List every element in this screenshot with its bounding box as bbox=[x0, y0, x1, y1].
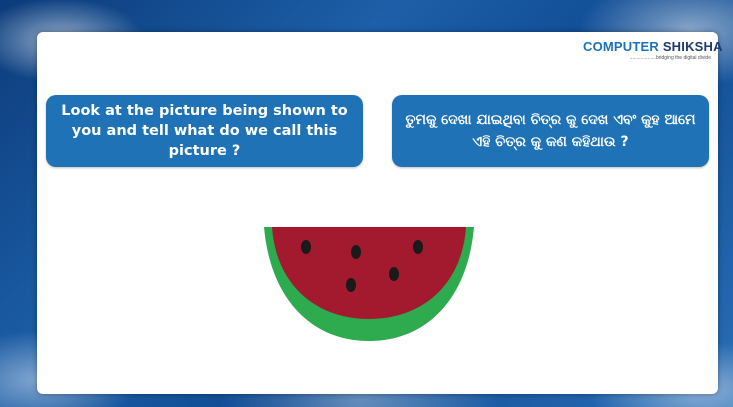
question-odia-bubble: ତୁମକୁ ଦେଖା ଯାଇଥିବା ଚିତ୍ର କୁ ଦେଖ ଏବଂ କୁହ … bbox=[392, 95, 709, 167]
logo-brand-second: SHIKSHA bbox=[662, 39, 723, 54]
question-english-text: Look at the picture being shown to you a… bbox=[61, 103, 348, 159]
watermelon-seed bbox=[301, 240, 311, 254]
watermelon-seed bbox=[346, 278, 356, 292]
computer-shiksha-logo: COMPUTER SHIKSHA ...................brid… bbox=[583, 39, 723, 72]
watermelon-seed bbox=[413, 240, 423, 254]
question-odia-text: ତୁମକୁ ଦେଖା ଯାଇଥିବା ଚିତ୍ର କୁ ଦେଖ ଏବଂ କୁହ … bbox=[405, 112, 696, 150]
question-english-bubble: Look at the picture being shown to you a… bbox=[46, 95, 363, 167]
slide-card: COMPUTER SHIKSHA ...................brid… bbox=[37, 32, 723, 394]
watermelon-seed bbox=[351, 245, 361, 259]
watermelon-slice-icon bbox=[264, 227, 474, 341]
logo-tagline: ...................bridging the digital … bbox=[629, 55, 711, 61]
watermelon-seed bbox=[389, 267, 399, 281]
logo-brand-first: COMPUTER bbox=[583, 39, 659, 54]
